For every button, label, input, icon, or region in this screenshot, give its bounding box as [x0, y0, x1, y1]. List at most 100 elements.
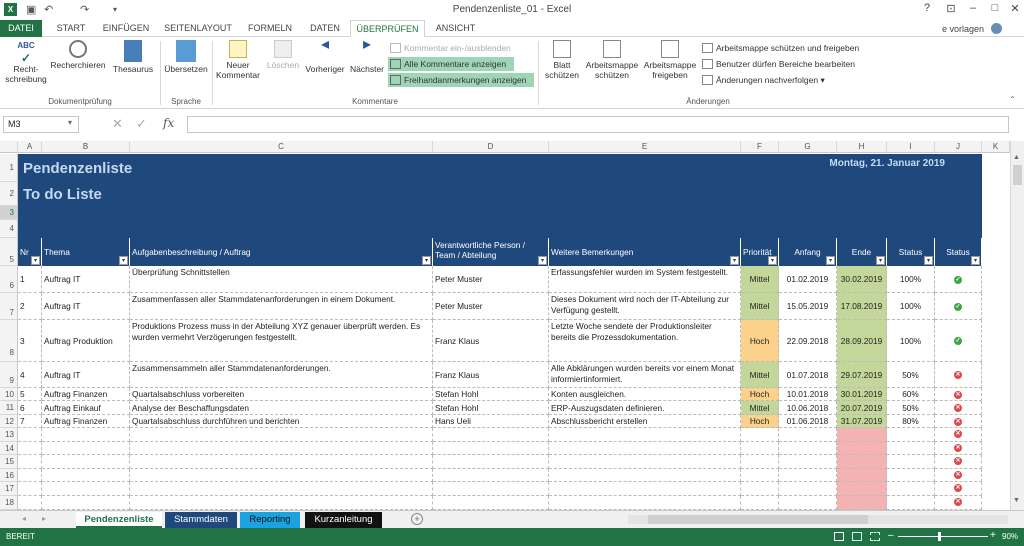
- cell-anfang[interactable]: 01.07.2018: [779, 362, 837, 388]
- tab-ueberpruefen[interactable]: ÜBERPRÜFEN: [350, 20, 425, 38]
- tab-datei[interactable]: DATEI: [0, 20, 42, 37]
- cell-ende[interactable]: 20.07.2019: [837, 401, 887, 415]
- cell-anfang[interactable]: 15.05.2019: [779, 293, 837, 320]
- cell-empty[interactable]: [779, 442, 837, 455]
- filter-dropdown-icon[interactable]: ▾: [31, 256, 40, 265]
- normal-view-icon[interactable]: [834, 532, 844, 541]
- add-sheet-icon[interactable]: +: [411, 513, 423, 525]
- header-ende[interactable]: Ende ▾: [837, 238, 887, 266]
- cell-status[interactable]: 50%: [887, 401, 935, 415]
- cell-nr[interactable]: 4: [18, 362, 42, 388]
- cell-bemerkung[interactable]: Alle Abklärungen wurden bereits vor eine…: [549, 362, 741, 388]
- cell-empty[interactable]: [130, 482, 433, 496]
- scroll-down-icon[interactable]: ▼: [1013, 497, 1020, 504]
- h-scroll-thumb[interactable]: [648, 515, 868, 524]
- cell-empty[interactable]: [130, 496, 433, 510]
- formula-input[interactable]: [187, 116, 1009, 133]
- cell-prio[interactable]: Mittel: [741, 362, 779, 388]
- row-header[interactable]: 12: [0, 415, 18, 428]
- cell-empty[interactable]: [18, 442, 42, 455]
- cell-empty[interactable]: [837, 455, 887, 469]
- cell-empty[interactable]: [433, 482, 549, 496]
- cell-empty[interactable]: [18, 455, 42, 469]
- select-all-corner[interactable]: [0, 141, 18, 153]
- col-header-i[interactable]: I: [887, 141, 935, 153]
- zoom-out-icon[interactable]: –: [888, 530, 894, 541]
- new-comment-button[interactable]: Neuer Kommentar: [216, 40, 260, 80]
- cell-empty[interactable]: [887, 428, 935, 442]
- col-header-a[interactable]: A: [18, 141, 42, 153]
- sheet-tab-kurzanleitung[interactable]: Kurzanleitung: [305, 512, 382, 528]
- zoom-in-icon[interactable]: +: [990, 530, 996, 541]
- col-header-b[interactable]: B: [42, 141, 130, 153]
- cell-empty[interactable]: ✕: [935, 469, 982, 482]
- collapse-ribbon-icon[interactable]: ⌃: [1009, 95, 1016, 104]
- cell-ende[interactable]: 30.01.2019: [837, 388, 887, 401]
- cell-empty[interactable]: ✕: [935, 496, 982, 510]
- cell-empty[interactable]: [837, 442, 887, 455]
- cell-empty[interactable]: [779, 496, 837, 510]
- cell-empty[interactable]: [741, 469, 779, 482]
- maximize-button[interactable]: □: [984, 2, 1006, 14]
- thesaurus-button[interactable]: Thesaurus: [108, 40, 158, 74]
- col-header-c[interactable]: C: [130, 141, 433, 153]
- cell-bemerkung[interactable]: Letzte Woche sendete der Produktionsleit…: [549, 320, 741, 362]
- cell-ende[interactable]: 30.02.2019: [837, 266, 887, 293]
- cell-status[interactable]: 100%: [887, 320, 935, 362]
- cell-empty[interactable]: [779, 455, 837, 469]
- cell-aufgabe[interactable]: Quartalsabschluss vorbereiten: [130, 388, 433, 401]
- row-header[interactable]: 2: [0, 182, 18, 206]
- cell-icon[interactable]: ✕: [935, 388, 982, 401]
- header-thema[interactable]: Thema ▾: [42, 238, 130, 266]
- cell-ende[interactable]: 17.08.2019: [837, 293, 887, 320]
- cell-aufgabe[interactable]: Zusammensammeln aller Stammdatenanforder…: [130, 362, 433, 388]
- filter-dropdown-icon[interactable]: ▾: [826, 256, 835, 265]
- show-all-comments-button[interactable]: Alle Kommentare anzeigen: [388, 57, 514, 71]
- cell-empty[interactable]: [741, 496, 779, 510]
- cell-icon[interactable]: ✕: [935, 362, 982, 388]
- cell-empty[interactable]: [42, 482, 130, 496]
- cell-thema[interactable]: Auftrag Einkauf: [42, 401, 130, 415]
- filter-dropdown-icon[interactable]: ▾: [538, 256, 547, 265]
- cell-icon[interactable]: ✓: [935, 266, 982, 293]
- cell-prio[interactable]: Hoch: [741, 320, 779, 362]
- cell-empty[interactable]: [887, 482, 935, 496]
- cell-nr[interactable]: 5: [18, 388, 42, 401]
- row-header[interactable]: 7: [0, 293, 18, 320]
- row-header[interactable]: 16: [0, 469, 18, 482]
- cell-aufgabe[interactable]: Zusammenfassen aller Stammdatenanforderu…: [130, 293, 433, 320]
- col-header-j[interactable]: J: [935, 141, 982, 153]
- cell-empty[interactable]: [549, 442, 741, 455]
- ribbon-display-icon[interactable]: ⊡: [940, 2, 962, 15]
- row-header[interactable]: 9: [0, 362, 18, 388]
- cell-prio[interactable]: Mittel: [741, 293, 779, 320]
- cell-bemerkung[interactable]: Abschlussbericht erstellen: [549, 415, 741, 428]
- cell-empty[interactable]: [837, 469, 887, 482]
- cell-nr[interactable]: 1: [18, 266, 42, 293]
- cell-ende[interactable]: 31.07.2019: [837, 415, 887, 428]
- col-header-k[interactable]: K: [982, 141, 1010, 153]
- row-header[interactable]: 11: [0, 401, 18, 415]
- row-header[interactable]: 14: [0, 442, 18, 455]
- cell-empty[interactable]: [741, 428, 779, 442]
- cell-empty[interactable]: ✕: [935, 428, 982, 442]
- cell-person[interactable]: Franz Klaus: [433, 320, 549, 362]
- cell-empty[interactable]: [779, 469, 837, 482]
- filter-dropdown-icon[interactable]: ▾: [924, 256, 933, 265]
- page-break-icon[interactable]: [870, 532, 880, 541]
- row-header[interactable]: 15: [0, 455, 18, 469]
- cell-person[interactable]: Hans Ueli: [433, 415, 549, 428]
- cell-empty[interactable]: [549, 455, 741, 469]
- row-header[interactable]: 3: [0, 206, 18, 220]
- cell-empty[interactable]: [837, 428, 887, 442]
- cell-bemerkung[interactable]: Dieses Dokument wird noch der IT-Abteilu…: [549, 293, 741, 320]
- header-prioritaet[interactable]: Priorität ▾: [741, 238, 779, 266]
- cell-prio[interactable]: Hoch: [741, 415, 779, 428]
- user-avatar-icon[interactable]: [991, 23, 1002, 34]
- cell-nr[interactable]: 7: [18, 415, 42, 428]
- zoom-slider[interactable]: [898, 536, 988, 537]
- filter-dropdown-icon[interactable]: ▾: [422, 256, 431, 265]
- cell-empty[interactable]: [18, 496, 42, 510]
- cell-empty[interactable]: [741, 482, 779, 496]
- cell-empty[interactable]: [837, 496, 887, 510]
